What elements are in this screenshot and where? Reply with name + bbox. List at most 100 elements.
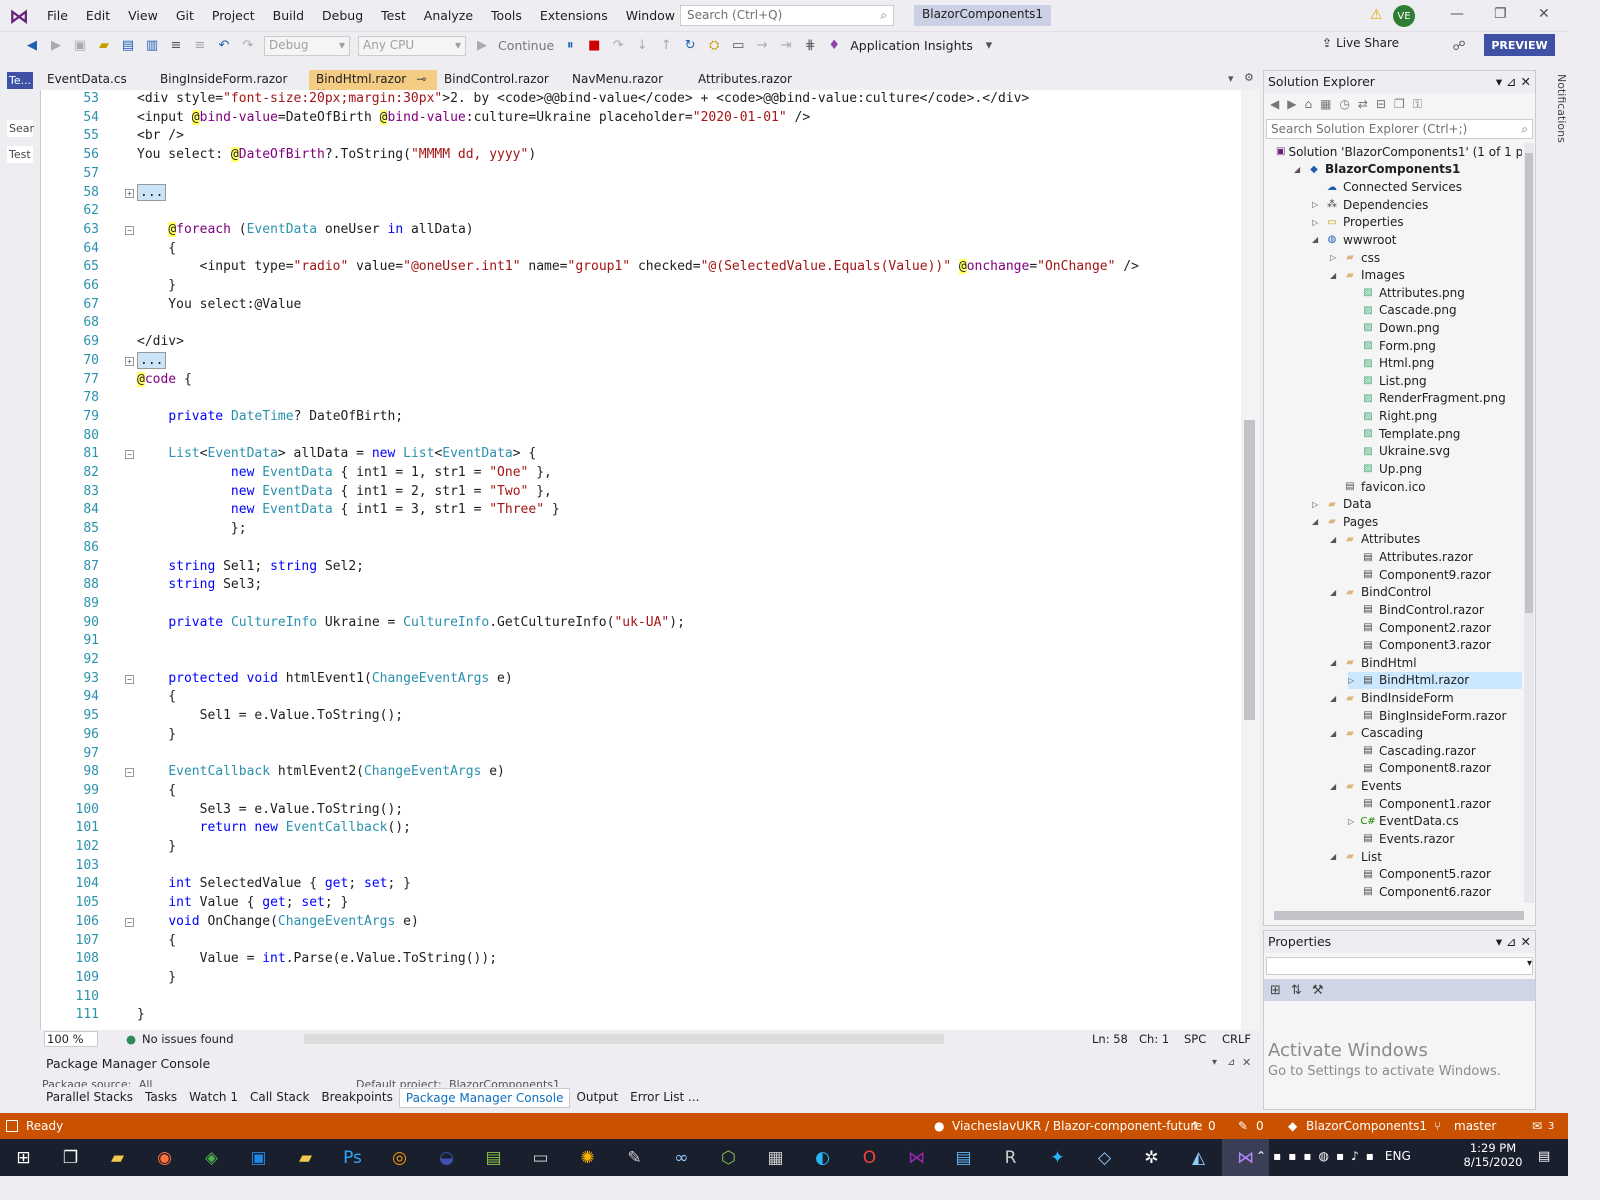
app-icon[interactable]: ◇ bbox=[1081, 1139, 1128, 1176]
menu-git[interactable]: Git bbox=[167, 0, 203, 31]
tree-horizontal-scrollbar[interactable] bbox=[1274, 911, 1524, 920]
code-line[interactable]: 86 bbox=[41, 539, 1241, 558]
tab-breakpoints[interactable]: Breakpoints bbox=[315, 1088, 398, 1108]
tree-item[interactable]: ◢ ◆ BlazorComponents1 bbox=[1294, 161, 1522, 179]
application-insights-button[interactable]: Application Insights bbox=[850, 38, 973, 53]
tab-tasks[interactable]: Tasks bbox=[139, 1088, 183, 1108]
code-line[interactable]: 107 { bbox=[41, 932, 1241, 951]
tree-item[interactable]: ▨ Form.png bbox=[1348, 337, 1522, 355]
tray-app-icon[interactable]: ▪ bbox=[1288, 1149, 1296, 1163]
code-line[interactable]: 98 − EventCallback htmlEvent2(ChangeEvent… bbox=[41, 763, 1241, 782]
bookmark-icon[interactable]: ⇥ bbox=[776, 36, 796, 56]
properties-icon[interactable]: ⚿ bbox=[1413, 97, 1422, 112]
task-view-icon[interactable]: ❐ bbox=[47, 1139, 94, 1176]
code-line[interactable]: 62 bbox=[41, 202, 1241, 221]
app-icon[interactable]: ✎ bbox=[611, 1139, 658, 1176]
app-icon[interactable]: ◈ bbox=[188, 1139, 235, 1176]
code-line[interactable]: 108 Value = int.Parse(e.Value.ToString()… bbox=[41, 950, 1241, 969]
configuration-dropdown[interactable]: Debug ▾ bbox=[264, 35, 350, 56]
tree-item[interactable]: ☁ Connected Services bbox=[1312, 178, 1522, 196]
code-line[interactable]: 58 +... bbox=[41, 183, 1241, 203]
avatar[interactable]: VE bbox=[1393, 5, 1415, 27]
tree-item[interactable]: ▷ ▰ Data bbox=[1312, 495, 1522, 513]
code-line[interactable]: 97 bbox=[41, 745, 1241, 764]
tree-item[interactable]: ◢ ▰ Pages bbox=[1312, 513, 1522, 531]
visual-studio-logo-icon[interactable]: ⋈ bbox=[0, 0, 38, 31]
unpushed-count[interactable]: 0 bbox=[1208, 1119, 1216, 1133]
expand-arrow-icon[interactable]: ◢ bbox=[1330, 782, 1342, 791]
tray-app-icon[interactable]: ▪ bbox=[1303, 1149, 1311, 1163]
categorized-icon[interactable]: ⊞ bbox=[1270, 983, 1281, 998]
tree-item[interactable]: ◢ ▰ BindControl bbox=[1330, 584, 1522, 602]
code-line[interactable]: 94 { bbox=[41, 688, 1241, 707]
menu-build[interactable]: Build bbox=[264, 0, 313, 31]
whitespace-label[interactable]: SPC bbox=[1184, 1032, 1206, 1046]
tree-item[interactable]: ▨ Ukraine.svg bbox=[1348, 443, 1522, 461]
branch-label[interactable]: master bbox=[1454, 1119, 1496, 1133]
expand-arrow-icon[interactable]: ▷ bbox=[1330, 253, 1342, 262]
menu-analyze[interactable]: Analyze bbox=[415, 0, 482, 31]
code-line[interactable]: 78 bbox=[41, 389, 1241, 408]
tree-item[interactable]: ▤ Component5.razor bbox=[1348, 865, 1522, 883]
tree-item[interactable]: ▤ Component1.razor bbox=[1348, 795, 1522, 813]
tree-item[interactable]: ▤ Component3.razor bbox=[1348, 636, 1522, 654]
app-icon[interactable]: R bbox=[987, 1139, 1034, 1176]
switch-views-icon[interactable]: ▦ bbox=[1320, 97, 1331, 111]
open-icon[interactable]: ▰ bbox=[94, 36, 114, 56]
code-line[interactable]: 66 } bbox=[41, 277, 1241, 296]
app-icon[interactable]: ⬡ bbox=[705, 1139, 752, 1176]
redo-icon[interactable]: ↷ bbox=[238, 36, 258, 56]
code-line[interactable]: 70 +... bbox=[41, 351, 1241, 371]
code-line[interactable]: 79 private DateTime? DateOfBirth; bbox=[41, 408, 1241, 427]
code-line[interactable]: 68 bbox=[41, 314, 1241, 333]
pending-changes-count[interactable]: 0 bbox=[1256, 1119, 1264, 1133]
tree-item[interactable]: ◢ ▰ Attributes bbox=[1330, 531, 1522, 549]
tray-chevron-icon[interactable]: ⌃ bbox=[1256, 1149, 1266, 1163]
tree-item[interactable]: ▨ RenderFragment.png bbox=[1348, 390, 1522, 408]
tab-bindhtml-razor[interactable]: BindHtml.razor⊸ ✕ bbox=[309, 70, 437, 100]
test-strip-tab[interactable]: Test bbox=[7, 146, 33, 163]
start-icon[interactable]: ⊞ bbox=[0, 1139, 47, 1176]
network-icon[interactable]: ◍ bbox=[1318, 1149, 1328, 1163]
notification-bell-icon[interactable]: ✉ bbox=[1532, 1119, 1542, 1133]
expand-arrow-icon[interactable]: ▷ bbox=[1348, 817, 1360, 826]
test-explorer-tab[interactable]: Te... bbox=[7, 72, 33, 89]
app-icon[interactable]: ✲ bbox=[1128, 1139, 1175, 1176]
tab-error-list-[interactable]: Error List ... bbox=[624, 1088, 705, 1108]
tree-item[interactable]: ▨ Down.png bbox=[1348, 319, 1522, 337]
expand-arrow-icon[interactable]: ▷ bbox=[1312, 200, 1324, 209]
tree-item[interactable]: ▤ BindControl.razor bbox=[1348, 601, 1522, 619]
new-item-icon[interactable]: ▣ bbox=[70, 36, 90, 56]
tree-item[interactable]: ▤ Attributes.razor bbox=[1348, 548, 1522, 566]
line-ending-label[interactable]: CRLF bbox=[1222, 1032, 1251, 1046]
tree-item[interactable]: ◢ ◍ wwwroot bbox=[1312, 231, 1522, 249]
tab-parallel-stacks[interactable]: Parallel Stacks bbox=[40, 1088, 139, 1108]
tree-item[interactable]: ▤ Component8.razor bbox=[1348, 760, 1522, 778]
tree-item[interactable]: ◢ ▰ Events bbox=[1330, 777, 1522, 795]
zoom-dropdown[interactable]: 100 % bbox=[44, 1031, 98, 1047]
code-line[interactable]: 109 } bbox=[41, 969, 1241, 988]
app-icon[interactable]: ▣ bbox=[235, 1139, 282, 1176]
collapse-icon[interactable]: − bbox=[125, 674, 134, 684]
tree-item[interactable]: ▷ ⁂ Dependencies bbox=[1312, 196, 1522, 214]
collapse-icon[interactable]: − bbox=[125, 917, 134, 927]
browser-link-icon[interactable]: ⛭ bbox=[704, 36, 724, 56]
volume-icon[interactable]: ♪ bbox=[1351, 1149, 1359, 1163]
tab-binginsideform-razor[interactable]: BingInsideForm.razor bbox=[153, 70, 309, 90]
tray-app-icon[interactable]: ▪ bbox=[1366, 1149, 1374, 1163]
app-icon[interactable]: ◎ bbox=[376, 1139, 423, 1176]
expand-icon[interactable]: + bbox=[125, 188, 134, 198]
code-line[interactable]: 110 bbox=[41, 988, 1241, 1007]
horizontal-scrollbar[interactable] bbox=[303, 1034, 944, 1044]
tree-item[interactable]: ▤ BingInsideForm.razor bbox=[1348, 707, 1522, 725]
collapse-icon[interactable]: − bbox=[125, 450, 134, 460]
show-all-files-icon[interactable]: ❐ bbox=[1394, 97, 1405, 111]
code-line[interactable]: 99 { bbox=[41, 782, 1241, 801]
code-line[interactable]: 85 }; bbox=[41, 520, 1241, 539]
tray-app-icon[interactable]: ▪ bbox=[1336, 1149, 1344, 1163]
panel-dropdown-icon[interactable]: ▾ bbox=[1212, 1057, 1217, 1068]
expand-arrow-icon[interactable]: ◢ bbox=[1312, 235, 1324, 244]
code-line[interactable]: 105 int Value { get; set; } bbox=[41, 894, 1241, 913]
back-icon[interactable]: ◀ bbox=[1270, 97, 1279, 111]
code-line[interactable]: 111} bbox=[41, 1006, 1241, 1025]
